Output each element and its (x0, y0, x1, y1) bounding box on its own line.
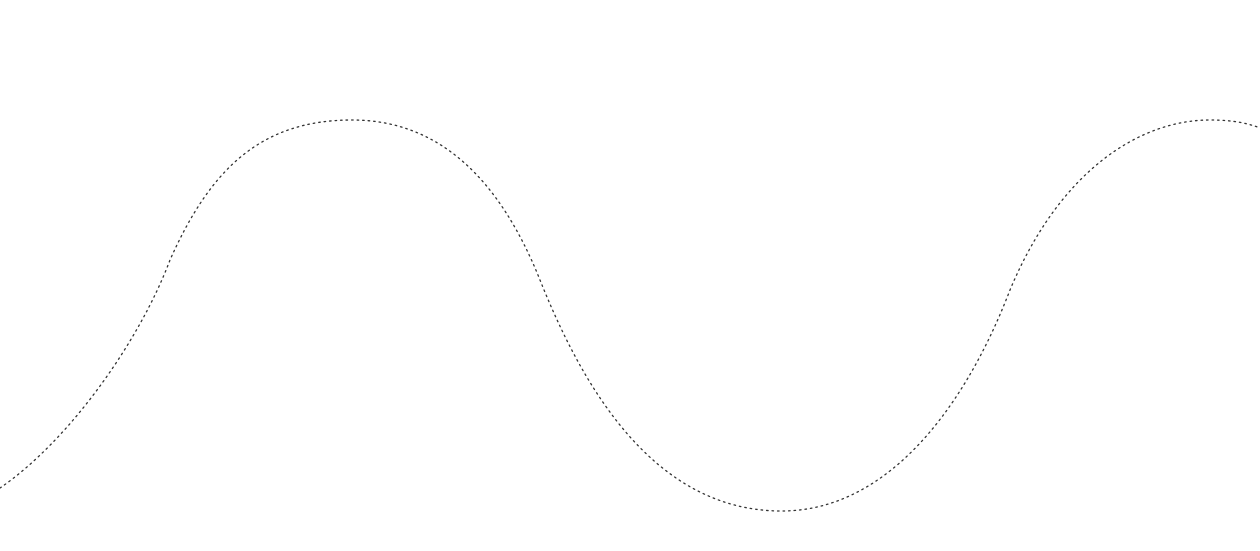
journey-diagram (0, 119, 1260, 512)
journey-dotted-curve (0, 119, 1260, 512)
